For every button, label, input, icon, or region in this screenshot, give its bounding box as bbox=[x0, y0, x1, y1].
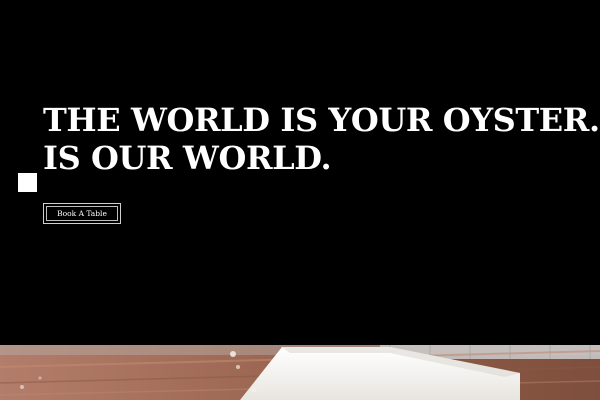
hero-headline-line-2: IS OUR WORLD. bbox=[43, 139, 332, 177]
book-a-table-button[interactable]: Book A Table bbox=[43, 203, 121, 224]
hero-headline-line-1: THE WORLD IS YOUR OYSTER. THE bbox=[43, 101, 600, 139]
slide-indicator[interactable] bbox=[18, 173, 37, 192]
food-photo-image bbox=[0, 345, 600, 400]
food-photo bbox=[0, 345, 600, 400]
hero-headline: THE WORLD IS YOUR OYSTER. THE IS OUR WOR… bbox=[43, 101, 600, 177]
hero-section: THE WORLD IS YOUR OYSTER. THE IS OUR WOR… bbox=[0, 0, 600, 345]
page: THE WORLD IS YOUR OYSTER. THE IS OUR WOR… bbox=[0, 0, 600, 400]
book-a-table-label: Book A Table bbox=[57, 209, 107, 218]
